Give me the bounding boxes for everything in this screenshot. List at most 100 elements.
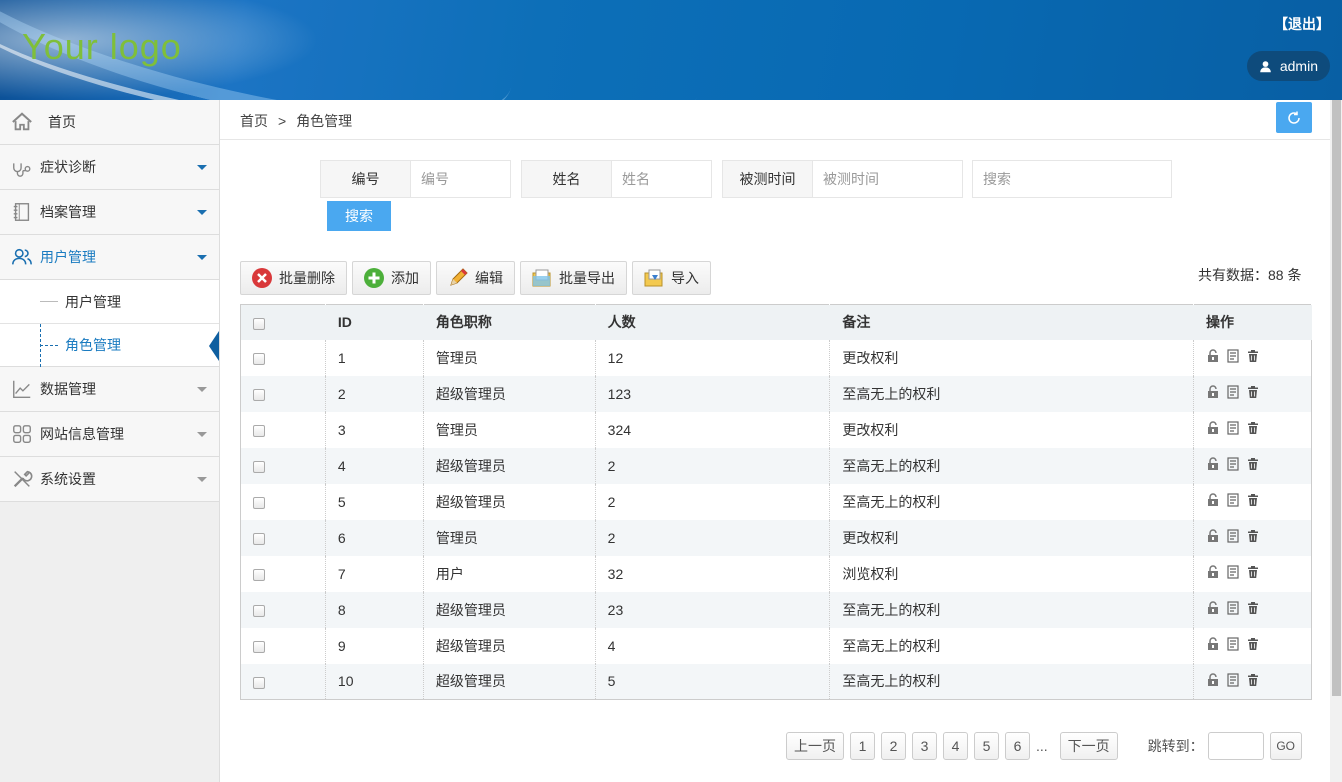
page-button[interactable]: 3 [912, 732, 937, 760]
row-checkbox[interactable] [253, 424, 265, 437]
id-cell: 7 [324, 555, 424, 592]
count-cell: 2 [594, 447, 830, 484]
row-checkbox[interactable] [253, 676, 265, 689]
add-button[interactable]: 添加 [352, 261, 431, 295]
lock-icon[interactable] [1206, 421, 1220, 438]
pagination: 上一页 1 2 3 4 5 6 ... 下一页 跳转到： GO [786, 732, 1308, 760]
select-all-checkbox[interactable] [253, 317, 265, 330]
trash-icon[interactable] [1246, 421, 1260, 438]
next-page-button[interactable]: 下一页 [1059, 732, 1118, 760]
batch-delete-button[interactable]: 批量删除 [240, 261, 347, 295]
role-title-cell: 超级管理员 [422, 591, 596, 628]
row-checkbox[interactable] [253, 532, 265, 545]
search-button[interactable]: 搜索 [327, 201, 391, 231]
sidebar-item-label: 数据管理 [40, 381, 96, 397]
role-title-cell: 超级管理员 [422, 375, 596, 412]
breadcrumb-home[interactable]: 首页 [240, 113, 268, 129]
export-folder-icon [532, 269, 551, 287]
edit-document-icon[interactable] [1226, 637, 1240, 654]
row-checkbox[interactable] [253, 496, 265, 509]
id-input[interactable] [411, 161, 510, 197]
edit-document-icon[interactable] [1226, 601, 1240, 618]
trash-icon[interactable] [1246, 673, 1260, 690]
remark-cell: 更改权利 [829, 411, 1194, 448]
lock-icon[interactable] [1206, 457, 1220, 474]
trash-icon[interactable] [1246, 349, 1260, 366]
trash-icon[interactable] [1246, 637, 1260, 654]
sidebar-item-users[interactable]: 用户管理 [0, 235, 219, 280]
trash-icon[interactable] [1246, 493, 1260, 510]
table-row: 2 超级管理员 123 至高无上的权利 [240, 375, 1312, 412]
row-checkbox[interactable] [253, 352, 265, 365]
batch-export-button[interactable]: 批量导出 [520, 261, 627, 295]
trash-icon[interactable] [1246, 385, 1260, 402]
sidebar-item-data[interactable]: 数据管理 [0, 367, 219, 412]
user-menu[interactable]: admin [1246, 51, 1330, 81]
lock-icon[interactable] [1206, 529, 1220, 546]
lock-icon[interactable] [1206, 601, 1220, 618]
table-row: 3 管理员 324 更改权利 [240, 411, 1312, 448]
row-checkbox[interactable] [253, 388, 265, 401]
trash-icon[interactable] [1246, 529, 1260, 546]
page-button[interactable]: 2 [881, 732, 906, 760]
page-button[interactable]: 4 [943, 732, 968, 760]
sidebar-item-diagnosis[interactable]: 症状诊断 [0, 145, 219, 190]
page-button[interactable]: 1 [850, 732, 875, 760]
page-button[interactable]: 5 [974, 732, 999, 760]
scrollbar[interactable] [1330, 100, 1342, 782]
go-button[interactable]: GO [1269, 732, 1302, 760]
count-cell: 23 [594, 591, 830, 628]
sidebar-item-site-info[interactable]: 网站信息管理 [0, 412, 219, 457]
actions-cell [1193, 627, 1312, 664]
sidebar-item-archives[interactable]: 档案管理 [0, 190, 219, 235]
edit-document-icon[interactable] [1226, 529, 1240, 546]
sidebar-subitem-user-management[interactable]: 用户管理 [0, 280, 219, 323]
row-checkbox[interactable] [253, 568, 265, 581]
edit-document-icon[interactable] [1226, 565, 1240, 582]
edit-document-icon[interactable] [1226, 385, 1240, 402]
trash-icon[interactable] [1246, 565, 1260, 582]
jump-page-input[interactable] [1207, 732, 1264, 760]
role-title-cell: 超级管理员 [422, 627, 596, 664]
count-cell: 12 [594, 339, 830, 376]
test-time-input[interactable] [813, 161, 962, 197]
select-cell [241, 340, 326, 376]
wrench-icon [10, 467, 34, 491]
lock-icon[interactable] [1206, 385, 1220, 402]
count-cell: 123 [594, 375, 830, 412]
pencil-icon [450, 268, 468, 286]
lock-icon[interactable] [1206, 637, 1220, 654]
import-button[interactable]: 导入 [632, 261, 711, 295]
refresh-button[interactable] [1276, 102, 1312, 133]
lock-icon[interactable] [1206, 349, 1220, 366]
lock-icon[interactable] [1206, 493, 1220, 510]
edit-document-icon[interactable] [1226, 493, 1240, 510]
scrollbar-thumb[interactable] [1332, 100, 1341, 696]
sidebar-subitem-role-management[interactable]: 角色管理 [0, 323, 219, 367]
edit-document-icon[interactable] [1226, 673, 1240, 690]
lock-icon[interactable] [1206, 673, 1220, 690]
lock-icon[interactable] [1206, 565, 1220, 582]
username: admin [1279, 58, 1318, 74]
edit-button[interactable]: 编辑 [436, 261, 515, 295]
row-checkbox[interactable] [253, 640, 265, 653]
row-checkbox[interactable] [253, 604, 265, 617]
sidebar-item-home[interactable]: 首页 [0, 100, 219, 145]
remark-cell: 至高无上的权利 [829, 591, 1194, 628]
edit-document-icon[interactable] [1226, 457, 1240, 474]
prev-page-button[interactable]: 上一页 [786, 732, 844, 760]
chevron-down-icon [197, 165, 207, 170]
row-checkbox[interactable] [253, 460, 265, 473]
search-input[interactable] [973, 161, 1171, 197]
trash-icon[interactable] [1246, 601, 1260, 618]
name-filter: 姓名 [521, 160, 712, 198]
edit-document-icon[interactable] [1226, 349, 1240, 366]
id-cell: 1 [324, 339, 424, 376]
edit-document-icon[interactable] [1226, 421, 1240, 438]
sidebar-item-settings[interactable]: 系统设置 [0, 457, 219, 502]
name-input[interactable] [612, 161, 711, 197]
trash-icon[interactable] [1246, 457, 1260, 474]
logout-link[interactable]: 【退出】 [1274, 14, 1330, 34]
role-title-cell: 管理员 [422, 519, 596, 556]
page-button[interactable]: 6 [1005, 732, 1030, 760]
